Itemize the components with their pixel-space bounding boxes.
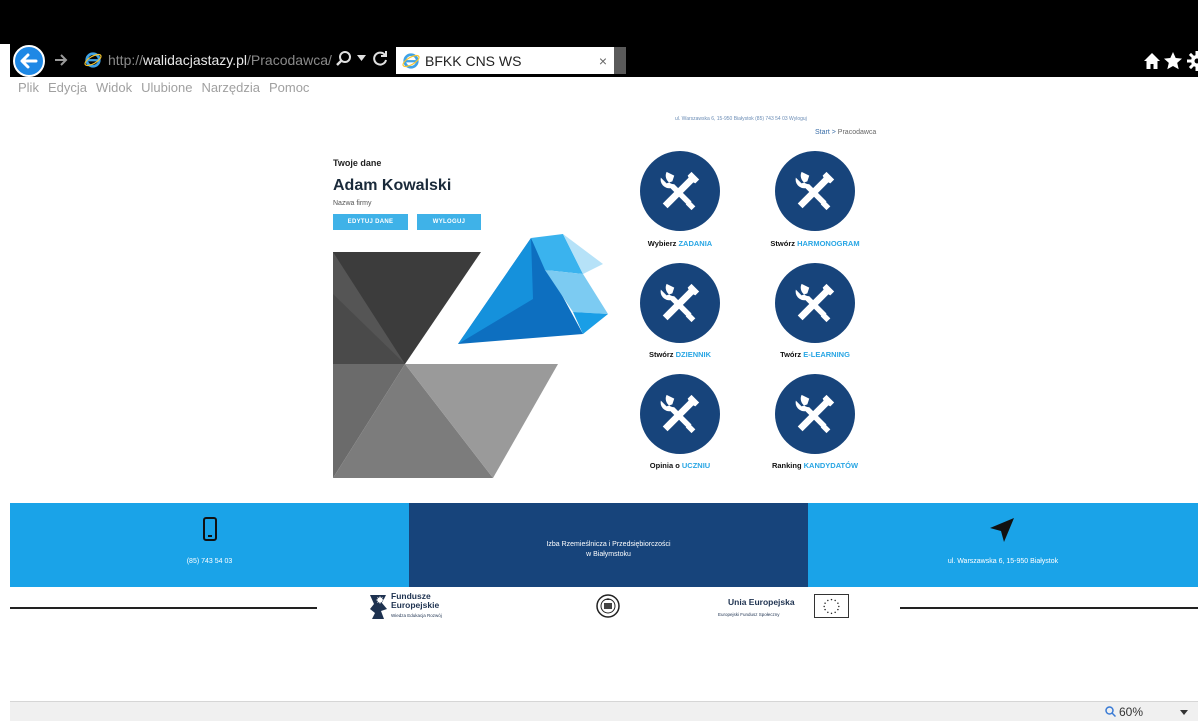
new-tab-button[interactable] (614, 47, 626, 74)
ie-logo-icon (402, 52, 420, 69)
menu-item-widok[interactable]: Widok (96, 80, 132, 95)
tools-icon (660, 171, 700, 211)
search-icon[interactable] (335, 50, 353, 68)
footer-phone-section: (85) 743 54 03 (10, 503, 409, 587)
company-name: Nazwa firmy (333, 200, 372, 207)
back-arrow-icon (20, 53, 38, 69)
tile-harmonogram-label[interactable]: Stwórz HARMONOGRAM (745, 239, 885, 248)
browser-toolbar: http://walidacjastazy.pl/Pracodawca/ BFK… (10, 44, 1198, 77)
forward-button[interactable] (51, 50, 71, 70)
forward-arrow-icon (55, 54, 68, 66)
footer-address: ul. Warszawska 6, 15-950 Białystok (947, 558, 1059, 565)
tile-zadania-label[interactable]: Wybierz ZADANIA (610, 239, 750, 248)
tile-kandydatow-label[interactable]: Ranking KANDYDATÓW (745, 461, 885, 470)
divider-line (10, 607, 317, 609)
tab-bfkk[interactable]: BFKK CNS WS × (396, 47, 614, 74)
window-top-band (0, 0, 1198, 44)
tile-elearning-label[interactable]: Twórz E-LEARNING (745, 350, 885, 359)
menu-item-ulubione[interactable]: Ulubione (141, 80, 192, 95)
zoom-level[interactable]: 60% (1105, 705, 1143, 719)
tile-uczniu-button[interactable] (640, 374, 720, 454)
logout-button[interactable]: WYLOGUJ (417, 214, 481, 230)
fundusze-europejskie-subtitle: Wiedza Edukacja Rozwój (391, 613, 442, 618)
menu-item-plik[interactable]: Plik (18, 80, 39, 95)
ue-title: Unia Europejska (728, 597, 795, 607)
eu-flag-icon (814, 594, 849, 618)
ie-logo-icon (84, 52, 102, 68)
tile-elearning-button[interactable] (775, 263, 855, 343)
tools-icon (795, 394, 835, 434)
tile-dziennik-label[interactable]: Stwórz DZIENNIK (610, 350, 750, 359)
decorative-triangles-graphic (333, 234, 608, 478)
footer-address-section: ul. Warszawska 6, 15-950 Białystok (808, 503, 1198, 587)
zoom-icon (1105, 706, 1117, 718)
menu-item-narzedzia[interactable]: Narzędzia (201, 80, 260, 95)
chamber-crest-icon (596, 594, 620, 618)
fundusze-europejskie-logo-icon (370, 595, 387, 619)
breadcrumb-separator: > (831, 129, 836, 136)
breadcrumb-current: Pracodawca (837, 129, 877, 136)
tile-dziennik-button[interactable] (640, 263, 720, 343)
tile-kandydatow-button[interactable] (775, 374, 855, 454)
home-icon[interactable] (1143, 52, 1161, 70)
tile-zadania-button[interactable] (640, 151, 720, 231)
header-contact[interactable]: ul. Warszawska 6, 15-950 Białystok (85) … (675, 116, 807, 122)
divider-line (900, 607, 1198, 609)
tools-icon (660, 394, 700, 434)
tab-close-button[interactable]: × (592, 53, 614, 69)
edit-data-button[interactable]: EDYTUJ DANE (333, 214, 408, 230)
breadcrumb: Start > Pracodawca (815, 129, 876, 136)
footer-phone: (85) 743 54 03 (186, 558, 233, 565)
web-page: ul. Warszawska 6, 15-950 Białystok (85) … (10, 97, 1198, 701)
footer-bar: (85) 743 54 03 Izba Rzemieślnicza i Prze… (10, 503, 1198, 587)
breadcrumb-start-link[interactable]: Start (815, 129, 830, 136)
menu-item-edycja[interactable]: Edycja (48, 80, 87, 95)
star-icon[interactable] (1163, 51, 1183, 71)
tile-harmonogram-button[interactable] (775, 151, 855, 231)
menu-item-pomoc[interactable]: Pomoc (269, 80, 309, 95)
ue-subtitle: Europejski Fundusz Społeczny (718, 612, 780, 617)
profile-heading: Twoje dane (333, 158, 382, 168)
footer-org-section: Izba Rzemieślnicza i Przedsiębiorczości w… (409, 503, 808, 587)
tile-uczniu-label[interactable]: Opinia o UCZNIU (610, 461, 750, 470)
back-button[interactable] (13, 45, 45, 77)
tools-icon (660, 283, 700, 323)
tools-icon (795, 283, 835, 323)
status-bar: 60% (10, 701, 1198, 721)
tab-title: BFKK CNS WS (425, 52, 522, 69)
gear-icon[interactable] (1187, 51, 1198, 71)
footer-org-name: Izba Rzemieślnicza i Przedsiębiorczości w… (546, 541, 671, 558)
user-name: Adam Kowalski (333, 177, 452, 194)
tools-icon (795, 171, 835, 211)
location-arrow-icon (990, 518, 1014, 542)
url-text: http://walidacjastazy.pl/Pracodawca/ (108, 52, 332, 68)
zoom-dropdown-icon[interactable] (1180, 710, 1188, 715)
dropdown-icon[interactable] (357, 55, 366, 61)
menu-bar: Plik Edycja Widok Ulubione Narzędzia Pom… (10, 77, 1198, 97)
refresh-icon[interactable] (371, 50, 389, 68)
phone-icon (203, 517, 217, 541)
fundusze-europejskie-title: Fundusze Europejskie (391, 591, 440, 610)
